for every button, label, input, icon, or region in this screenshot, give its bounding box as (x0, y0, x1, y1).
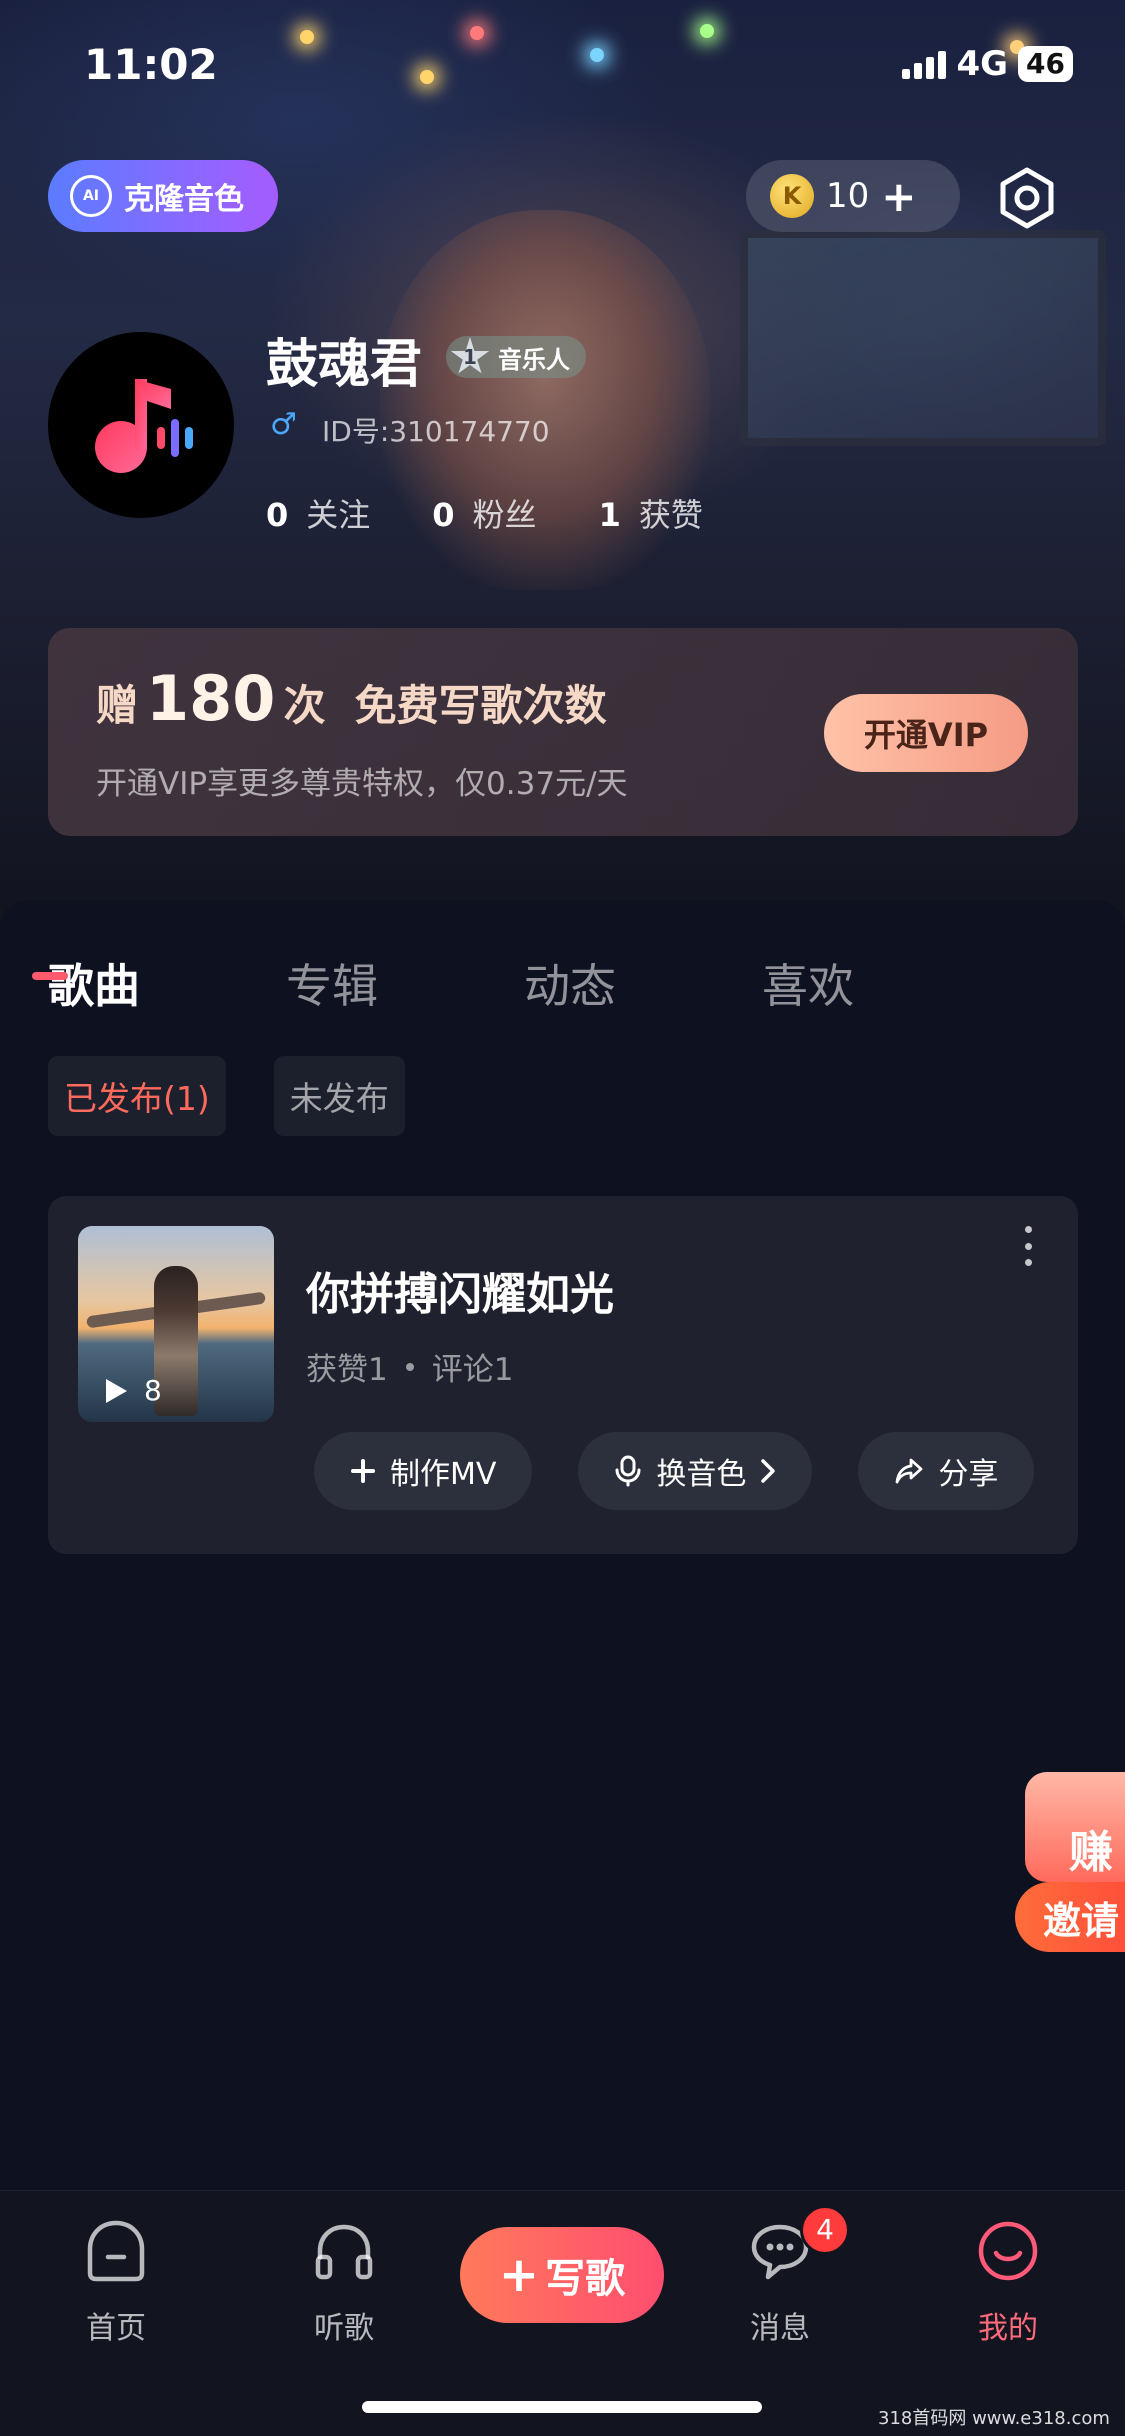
level-badge[interactable]: 1 音乐人 (446, 336, 586, 378)
tab-songs[interactable]: 歌曲 (48, 950, 140, 1016)
vip-title: 赠 180 次 免费写歌次数 (96, 662, 607, 735)
profile-stats: 0 关注 0 粉丝 1 获赞 (266, 490, 703, 536)
stat-followers[interactable]: 0 粉丝 (432, 490, 536, 536)
home-icon (87, 2220, 145, 2282)
status-time: 11:02 (84, 40, 218, 89)
status-indicators: 4G 46 (902, 44, 1073, 84)
home-indicator[interactable] (362, 2401, 762, 2413)
profile-smile-icon (978, 2221, 1038, 2281)
filter-published[interactable]: 已发布(1) (48, 1056, 226, 1136)
tab-moments[interactable]: 动态 (524, 950, 616, 1016)
more-options-icon[interactable] (1018, 1226, 1038, 1266)
headphones-icon (315, 2224, 373, 2280)
nav-me[interactable]: 我的 (928, 2217, 1088, 2347)
song-card[interactable]: 8 你拼搏闪耀如光 获赞1 评论1 制作MV 换音色 分享 (48, 1196, 1078, 1554)
hero-monitor (740, 230, 1106, 446)
profile-page: 11:02 4G 46 AI 克隆音色 K 10 + 鼓魂君 1 音乐人 ♂ I… (0, 0, 1125, 2436)
share-icon (896, 1458, 923, 1484)
content-sheet: 歌曲 专辑 动态 喜欢 已发布(1) 未发布 8 你拼搏闪耀如光 获赞1 评论1… (0, 900, 1125, 2190)
stat-likes[interactable]: 1 获赞 (599, 490, 703, 536)
nav-home[interactable]: 首页 (36, 2217, 196, 2347)
avatar[interactable] (48, 332, 234, 518)
write-song-button[interactable]: + 写歌 (460, 2227, 664, 2323)
filter-unpublished[interactable]: 未发布 (273, 1056, 405, 1136)
plus-icon (351, 1459, 375, 1483)
song-actions: 制作MV 换音色 分享 (314, 1432, 1035, 1510)
invite-widget[interactable]: 赚 邀请 (1015, 1762, 1125, 1962)
plus-icon: + (498, 2247, 540, 2303)
song-cover-image[interactable]: 8 (78, 1226, 274, 1422)
publish-filters: 已发布(1) 未发布 (48, 1056, 405, 1136)
battery-icon: 46 (1018, 46, 1073, 82)
microphone-icon (615, 1455, 641, 1487)
profile-tabs: 歌曲 专辑 动态 喜欢 (48, 950, 854, 1016)
song-meta: 获赞1 评论1 (306, 1344, 513, 1389)
stat-following[interactable]: 0 关注 (266, 490, 370, 536)
chevron-right-icon (761, 1459, 776, 1483)
coin-icon: K (770, 174, 814, 218)
level-label: 音乐人 (498, 345, 570, 374)
tab-likes[interactable]: 喜欢 (762, 950, 854, 1016)
male-gender-icon: ♂ (270, 407, 297, 442)
vip-banner[interactable]: 赠 180 次 免费写歌次数 开通VIP享更多尊贵特权，仅0.37元/天 开通V… (48, 628, 1078, 836)
earn-label: 赚 (1069, 1827, 1113, 1878)
bottom-nav: 首页 听歌 + 写歌 消息 4 我的 (0, 2190, 1125, 2436)
song-title[interactable]: 你拼搏闪耀如光 (306, 1258, 614, 1322)
network-type: 4G (956, 44, 1009, 84)
play-icon (106, 1378, 127, 1403)
user-id: ID号:310174770 (322, 415, 550, 448)
make-mv-button[interactable]: 制作MV (314, 1432, 533, 1510)
message-badge: 4 (800, 2205, 850, 2255)
play-count: 8 (104, 1374, 162, 1407)
change-voice-button[interactable]: 换音色 (578, 1432, 813, 1510)
song-likes: 获赞1 (306, 1352, 388, 1388)
username: 鼓魂君 (266, 335, 423, 395)
clone-voice-label: 克隆音色 (124, 182, 244, 217)
level-star-icon: 1 (450, 337, 490, 374)
clone-voice-button[interactable]: AI 克隆音色 (48, 160, 278, 232)
watermark: 318首码网 www.e318.com (878, 2408, 1110, 2429)
open-vip-button[interactable]: 开通VIP (824, 694, 1028, 772)
add-coin-icon: + (881, 171, 917, 221)
invite-button[interactable]: 邀请 (1015, 1882, 1125, 1952)
settings-icon[interactable] (995, 166, 1059, 230)
coin-count: 10 (826, 176, 870, 216)
vip-subtitle: 开通VIP享更多尊贵特权，仅0.37元/天 (96, 766, 628, 802)
ai-icon: AI (70, 175, 112, 217)
music-logo-icon (95, 379, 193, 473)
share-button[interactable]: 分享 (858, 1432, 1035, 1510)
nav-listen[interactable]: 听歌 (264, 2217, 424, 2347)
separator-dot (405, 1362, 414, 1371)
song-comments[interactable]: 评论1 (432, 1344, 514, 1389)
tab-indicator (32, 972, 68, 980)
nav-messages[interactable]: 消息 4 (700, 2205, 860, 2347)
tab-albums[interactable]: 专辑 (286, 950, 378, 1016)
signal-icon (902, 49, 947, 79)
coin-balance-button[interactable]: K 10 + (746, 160, 960, 232)
